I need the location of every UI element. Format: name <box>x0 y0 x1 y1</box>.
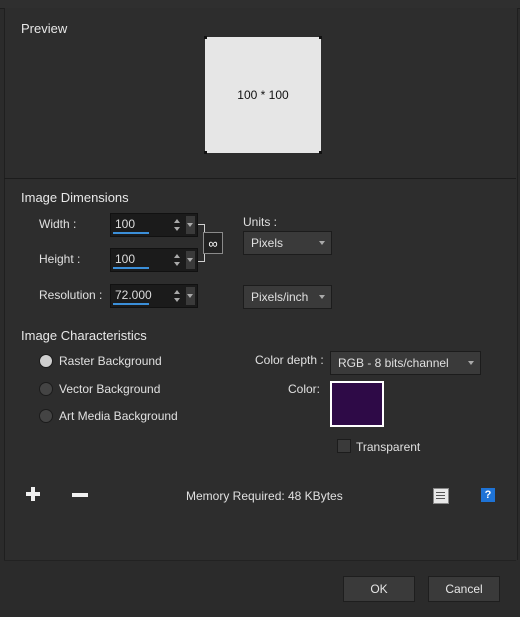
preview-title: Preview <box>21 21 68 36</box>
memory-label: Memory Required: <box>186 489 285 503</box>
width-stepper[interactable] <box>174 216 184 234</box>
color-depth-value: RGB - 8 bits/channel <box>338 356 449 370</box>
preview-handle-bottom-left[interactable] <box>204 151 207 154</box>
vector-background-label[interactable]: Vector Background <box>59 382 160 396</box>
cancel-button[interactable]: Cancel <box>428 576 500 602</box>
resolution-value[interactable]: 72.000 <box>115 288 152 302</box>
vector-background-radio[interactable] <box>39 382 53 396</box>
units-value: Pixels <box>251 236 284 250</box>
width-spinbox[interactable]: 100 <box>110 213 198 237</box>
footer-divider <box>4 560 516 561</box>
width-label: Width : <box>39 217 77 231</box>
plus-icon[interactable] <box>26 487 40 501</box>
resolution-spinbox[interactable]: 72.000 <box>110 284 198 308</box>
chevron-down-icon <box>319 241 325 245</box>
height-stepper[interactable] <box>174 251 184 269</box>
height-underline <box>113 267 149 269</box>
preview-handle-top-left[interactable] <box>204 36 207 39</box>
chain-link-icon[interactable]: ∞ <box>203 232 223 254</box>
resolution-underline <box>113 303 149 305</box>
units-label: Units : <box>243 215 278 229</box>
info-sheet-icon[interactable] <box>433 488 449 504</box>
help-icon[interactable]: ? <box>481 488 495 502</box>
height-dropdown[interactable] <box>186 251 195 269</box>
preview-canvas: 100 * 100 <box>205 37 321 153</box>
raster-background-radio[interactable] <box>39 354 53 368</box>
chevron-down-icon <box>187 294 193 298</box>
spin-down-icon[interactable] <box>174 298 180 302</box>
memory-value: 48 KBytes <box>288 489 343 503</box>
raster-background-label[interactable]: Raster Background <box>59 354 162 368</box>
spin-up-icon[interactable] <box>174 219 180 223</box>
height-spinbox[interactable]: 100 <box>110 248 198 272</box>
chevron-down-icon <box>468 361 474 365</box>
resolution-units-value: Pixels/inch <box>251 290 309 304</box>
height-label: Height : <box>39 252 81 266</box>
width-dropdown[interactable] <box>186 216 195 234</box>
height-value[interactable]: 100 <box>115 252 135 266</box>
width-value[interactable]: 100 <box>115 217 135 231</box>
transparent-label[interactable]: Transparent <box>356 440 420 454</box>
spin-down-icon[interactable] <box>174 262 180 266</box>
ok-button[interactable]: OK <box>343 576 415 602</box>
spin-down-icon[interactable] <box>174 227 180 231</box>
spin-up-icon[interactable] <box>174 254 180 258</box>
resolution-label: Resolution : <box>39 288 103 302</box>
color-depth-select[interactable]: RGB - 8 bits/channel <box>330 351 481 375</box>
width-underline <box>113 232 149 234</box>
art-media-background-radio[interactable] <box>39 409 53 423</box>
color-swatch[interactable] <box>330 381 384 427</box>
divider <box>4 178 516 179</box>
units-select[interactable]: Pixels <box>243 231 332 255</box>
preview-handle-bottom-right[interactable] <box>319 151 322 154</box>
art-media-background-label[interactable]: Art Media Background <box>59 409 178 423</box>
chevron-down-icon <box>319 295 325 299</box>
spin-up-icon[interactable] <box>174 290 180 294</box>
dimensions-title: Image Dimensions <box>21 190 129 205</box>
resolution-dropdown[interactable] <box>186 287 195 305</box>
resolution-stepper[interactable] <box>174 287 184 305</box>
preview-handle-top-right[interactable] <box>319 36 322 39</box>
preview-size-text: 100 * 100 <box>237 88 289 102</box>
transparent-checkbox[interactable] <box>337 439 351 453</box>
resolution-units-select[interactable]: Pixels/inch <box>243 285 332 309</box>
minus-icon[interactable] <box>72 493 88 497</box>
characteristics-title: Image Characteristics <box>21 328 147 343</box>
color-depth-label: Color depth : <box>255 353 324 367</box>
chevron-down-icon <box>187 258 193 262</box>
color-label: Color: <box>288 382 321 396</box>
chevron-down-icon <box>187 223 193 227</box>
